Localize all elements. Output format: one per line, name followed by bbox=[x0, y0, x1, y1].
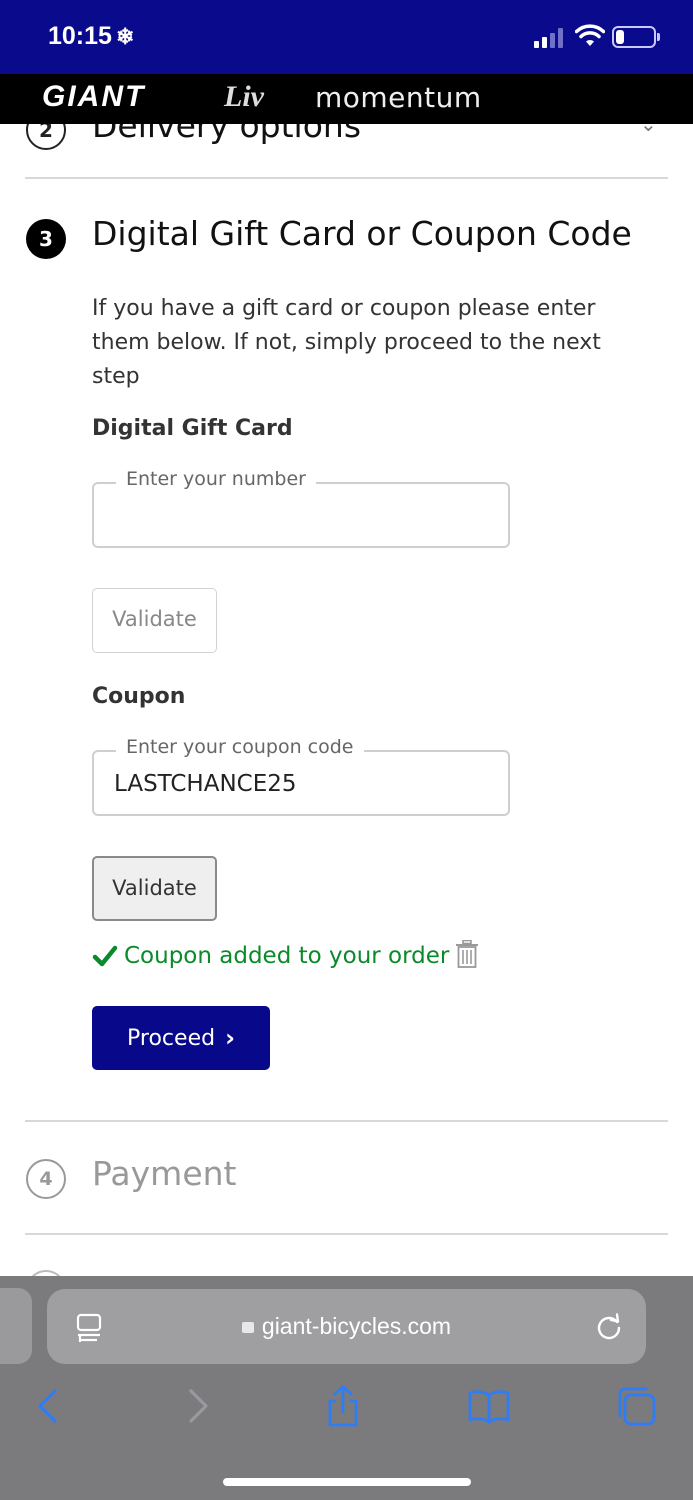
divider bbox=[25, 177, 668, 179]
chevron-down-icon: ⌄ bbox=[640, 124, 657, 136]
liv-logo[interactable]: Liv bbox=[224, 80, 264, 114]
divider bbox=[25, 1120, 668, 1122]
coupon-field[interactable]: Enter your coupon code bbox=[92, 736, 510, 816]
share-icon[interactable] bbox=[321, 1384, 365, 1428]
coupon-label: Coupon bbox=[92, 684, 186, 709]
checkout-content: 2 Delivery options ⌄ 3 Digital Gift Card… bbox=[0, 124, 693, 1276]
previous-tab-preview[interactable] bbox=[0, 1288, 32, 1364]
tabs-icon[interactable] bbox=[614, 1384, 658, 1428]
step-payment-title[interactable]: Payment bbox=[92, 1154, 236, 1193]
reload-icon[interactable] bbox=[595, 1313, 623, 1341]
address-bar[interactable]: giant-bicycles.com bbox=[47, 1289, 646, 1364]
bookmarks-icon[interactable] bbox=[467, 1384, 511, 1428]
coupon-placeholder: Enter your coupon code bbox=[116, 736, 364, 758]
validate-coupon-button[interactable]: Validate bbox=[92, 856, 217, 921]
gift-card-input[interactable] bbox=[114, 496, 484, 536]
checkmark-icon bbox=[92, 945, 118, 967]
gift-card-placeholder: Enter your number bbox=[116, 468, 316, 490]
coupon-success-message: Coupon added to your order bbox=[92, 939, 449, 973]
battery-nub bbox=[657, 33, 660, 41]
section-title: Digital Gift Card or Coupon Code bbox=[92, 214, 632, 253]
lock-icon bbox=[241, 1322, 254, 1333]
clock-time: 10:15 bbox=[48, 22, 112, 50]
step-delivery-options[interactable]: 2 Delivery options ⌄ bbox=[0, 124, 693, 160]
trash-icon[interactable] bbox=[456, 940, 478, 968]
step-number-badge: 3 bbox=[26, 219, 66, 259]
url-text[interactable]: giant-bicycles.com bbox=[47, 1289, 646, 1364]
step-number-badge: 4 bbox=[26, 1159, 66, 1199]
step-title: Delivery options bbox=[92, 124, 362, 145]
browser-chrome: giant-bicycles.com bbox=[0, 1276, 693, 1500]
proceed-label: Proceed bbox=[127, 1025, 216, 1051]
section-intro: If you have a gift card or coupon please… bbox=[92, 296, 601, 389]
giant-logo[interactable]: GIANT bbox=[42, 80, 145, 114]
gift-card-label: Digital Gift Card bbox=[92, 416, 293, 441]
home-indicator bbox=[223, 1478, 471, 1486]
success-text: Coupon added to your order bbox=[124, 943, 450, 969]
momentum-logo[interactable]: momentum bbox=[315, 81, 482, 114]
snowflake-icon: ❄ bbox=[115, 24, 135, 49]
coupon-input[interactable] bbox=[114, 764, 484, 804]
gift-card-field[interactable]: Enter your number bbox=[92, 468, 510, 548]
signal-bars-icon bbox=[534, 28, 566, 48]
divider bbox=[25, 1233, 668, 1235]
status-bar: 10:15 ❄ 22 bbox=[0, 0, 693, 74]
url-domain: giant-bicycles.com bbox=[261, 1313, 452, 1339]
wifi-icon bbox=[575, 24, 605, 46]
battery-level: 22 bbox=[625, 27, 643, 44]
battery-icon: 22 bbox=[612, 26, 656, 48]
step-number-badge: 2 bbox=[26, 124, 66, 150]
brand-bar: GIANT Liv momentum bbox=[0, 74, 693, 124]
proceed-button[interactable]: Proceed › bbox=[92, 1006, 270, 1070]
browser-toolbar bbox=[0, 1376, 693, 1440]
validate-gift-card-button[interactable]: Validate bbox=[92, 588, 217, 653]
forward-icon[interactable] bbox=[176, 1384, 220, 1428]
chevron-right-icon: › bbox=[225, 1024, 235, 1052]
back-icon[interactable] bbox=[26, 1384, 70, 1428]
status-time: 10:15 ❄ bbox=[48, 22, 134, 51]
